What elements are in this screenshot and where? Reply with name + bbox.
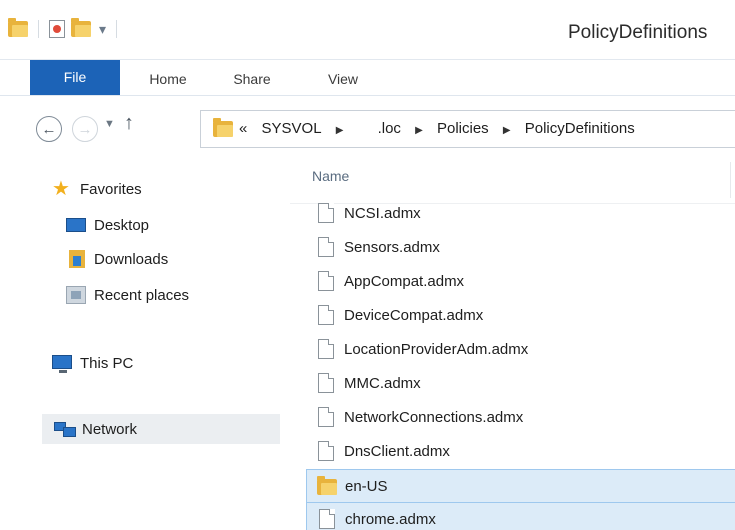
breadcrumb: « SYSVOL ▶ .loc ▶ Policies ▶ PolicyDefin… bbox=[239, 120, 645, 137]
ribbon-tabs: File Home Share View bbox=[0, 60, 735, 96]
list-item[interactable]: LocationProviderAdm.admx bbox=[306, 332, 735, 366]
list-item[interactable]: Sensors.admx bbox=[306, 230, 735, 264]
file-icon bbox=[318, 407, 334, 427]
file-name: NCSI.admx bbox=[344, 204, 421, 222]
tab-file[interactable]: File bbox=[30, 60, 120, 95]
nav-item-favorites[interactable]: ★ Favorites bbox=[52, 174, 142, 204]
back-button[interactable]: ← bbox=[36, 116, 62, 142]
forward-arrow-icon: → bbox=[77, 120, 93, 138]
file-icon bbox=[318, 305, 334, 325]
file-explorer-window: ▾ PolicyDefinitions File Home Share View… bbox=[0, 0, 735, 530]
column-header-name[interactable]: Name bbox=[312, 168, 349, 184]
network-icon bbox=[54, 422, 76, 437]
tab-home[interactable]: Home bbox=[138, 66, 198, 92]
file-icon bbox=[318, 203, 334, 223]
file-name: DeviceCompat.admx bbox=[344, 306, 484, 324]
file-name: en-US bbox=[345, 477, 388, 495]
list-item[interactable]: NetworkConnections.admx bbox=[306, 400, 735, 434]
breadcrumb-separator-icon[interactable]: ▶ bbox=[415, 125, 423, 136]
list-item[interactable]: chrome.admx bbox=[306, 502, 735, 530]
nav-item-label: Favorites bbox=[80, 180, 142, 198]
file-icon bbox=[318, 339, 334, 359]
nav-item-recent-places[interactable]: Recent places bbox=[66, 280, 189, 310]
folder-icon bbox=[213, 118, 233, 137]
nav-item-label: Network bbox=[82, 420, 138, 438]
back-arrow-icon: ← bbox=[41, 120, 57, 138]
file-name: Sensors.admx bbox=[344, 238, 440, 256]
forward-button[interactable]: → bbox=[72, 116, 98, 142]
up-arrow-icon[interactable]: ↑ bbox=[124, 112, 134, 135]
breadcrumb-item[interactable]: .loc bbox=[378, 120, 401, 137]
breadcrumb-overflow[interactable]: « bbox=[239, 120, 247, 137]
tab-share[interactable]: Share bbox=[222, 66, 282, 92]
nav-item-desktop[interactable]: Desktop bbox=[66, 210, 149, 240]
breadcrumb-separator-icon[interactable]: ▶ bbox=[503, 125, 511, 136]
breadcrumb-item[interactable]: SYSVOL bbox=[262, 120, 322, 137]
nav-item-label: Recent places bbox=[94, 286, 190, 304]
customize-arrow-icon[interactable]: ▾ bbox=[99, 21, 106, 38]
file-name: MMC.admx bbox=[344, 374, 421, 392]
file-icon bbox=[318, 441, 334, 461]
navigation-pane: ★ Favorites Desktop Downloads Recent pla… bbox=[0, 156, 290, 530]
new-folder-icon[interactable] bbox=[71, 18, 91, 37]
file-name: chrome.admx bbox=[345, 510, 436, 528]
list-item[interactable]: NCSI.admx bbox=[306, 196, 735, 230]
file-icon bbox=[318, 271, 334, 291]
star-icon: ★ bbox=[52, 178, 70, 200]
breadcrumb-item[interactable]: Policies bbox=[437, 120, 489, 137]
recent-places-icon bbox=[66, 286, 86, 304]
file-icon bbox=[318, 237, 334, 257]
toolbar-divider bbox=[116, 20, 118, 38]
folder-icon bbox=[8, 18, 28, 37]
file-list: Name NCSI.admx Sensors.admx AppCompat.ad… bbox=[290, 156, 735, 530]
nav-item-label: Desktop bbox=[94, 216, 150, 234]
quick-access-toolbar: ▾ bbox=[8, 18, 121, 38]
nav-item-this-pc[interactable]: This PC bbox=[52, 348, 133, 378]
file-name: DnsClient.admx bbox=[344, 442, 450, 460]
nav-item-label: Downloads bbox=[94, 250, 169, 268]
properties-icon[interactable] bbox=[49, 20, 65, 38]
list-item[interactable]: DnsClient.admx bbox=[306, 434, 735, 468]
nav-item-downloads[interactable]: Downloads bbox=[66, 244, 168, 274]
list-item[interactable]: en-US bbox=[306, 469, 735, 503]
navigation-bar: ← → ▼ ↑ « SYSVOL ▶ .loc ▶ Policies ▶ Pol… bbox=[0, 96, 735, 156]
downloads-icon bbox=[69, 250, 85, 268]
window-title: PolicyDefinitions bbox=[568, 22, 708, 43]
computer-icon bbox=[52, 355, 72, 373]
column-divider[interactable] bbox=[730, 162, 731, 198]
list-item[interactable]: MMC.admx bbox=[306, 366, 735, 400]
file-name: AppCompat.admx bbox=[344, 272, 465, 290]
folder-icon bbox=[317, 476, 337, 495]
file-name: LocationProviderAdm.admx bbox=[344, 340, 529, 358]
chevron-down-icon[interactable]: ▼ bbox=[104, 118, 115, 130]
file-icon bbox=[318, 373, 334, 393]
desktop-icon bbox=[66, 218, 86, 232]
title-bar: ▾ PolicyDefinitions bbox=[0, 0, 735, 60]
file-name: NetworkConnections.admx bbox=[344, 408, 524, 426]
breadcrumb-item[interactable]: PolicyDefinitions bbox=[525, 120, 635, 137]
nav-item-label: This PC bbox=[80, 354, 134, 372]
address-bar[interactable]: « SYSVOL ▶ .loc ▶ Policies ▶ PolicyDefin… bbox=[200, 110, 735, 148]
tab-view[interactable]: View bbox=[318, 66, 368, 92]
nav-item-network[interactable]: Network bbox=[42, 414, 280, 444]
list-item[interactable]: DeviceCompat.admx bbox=[306, 298, 735, 332]
toolbar-divider bbox=[38, 20, 39, 38]
breadcrumb-separator-icon[interactable]: ▶ bbox=[336, 125, 344, 136]
list-item[interactable]: AppCompat.admx bbox=[306, 264, 735, 298]
file-icon bbox=[319, 509, 335, 529]
